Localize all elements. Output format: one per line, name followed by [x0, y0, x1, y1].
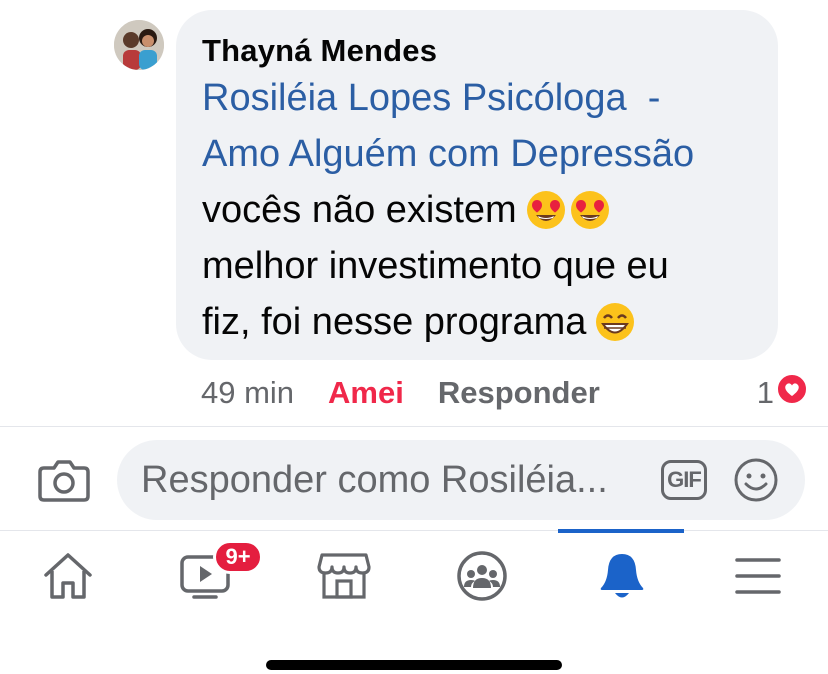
comment-text-line-2: melhor investimento que eu	[202, 238, 752, 294]
mention-line-1[interactable]: Rosiléia Lopes Psicóloga -	[202, 70, 752, 126]
home-indicator[interactable]	[266, 660, 562, 670]
heart-icon	[776, 373, 808, 413]
camera-icon[interactable]	[38, 458, 90, 502]
comment-author[interactable]: Thayná Mendes	[202, 32, 752, 70]
comment-screen: Thayná Mendes Rosiléia Lopes Psicóloga -…	[0, 0, 828, 674]
reaction-count: 1	[756, 375, 774, 410]
comment-text-line-3: fiz, foi nesse programa	[202, 294, 752, 350]
avatar-photo	[114, 20, 164, 70]
heart-eyes-emoji	[569, 189, 611, 231]
divider	[0, 530, 828, 531]
mention-line-2[interactable]: Amo Alguém com Depressão	[202, 126, 752, 182]
divider	[0, 426, 828, 427]
comment-bubble: Thayná Mendes Rosiléia Lopes Psicóloga -…	[176, 10, 778, 360]
video-badge: 9+	[213, 540, 263, 574]
gif-button[interactable]: GIF	[661, 460, 707, 500]
smiley-icon[interactable]	[733, 457, 779, 503]
menu-icon[interactable]	[728, 548, 788, 604]
reply-button[interactable]: Responder	[438, 375, 600, 411]
comment-text: fiz, foi nesse programa	[202, 301, 587, 343]
comment-text-line-1: vocês não existem	[202, 182, 752, 238]
notifications-icon[interactable]	[592, 548, 652, 604]
avatar[interactable]	[114, 20, 164, 70]
love-button[interactable]: Amei	[328, 375, 404, 411]
reply-box: GIF	[117, 440, 805, 520]
home-icon[interactable]	[38, 548, 98, 604]
reply-input[interactable]	[141, 458, 661, 502]
reaction-summary[interactable]: 1	[757, 373, 808, 413]
heart-eyes-emoji	[525, 189, 567, 231]
grinning-emoji	[594, 301, 636, 343]
comment-text: melhor investimento que eu	[202, 245, 669, 287]
comment-time: 49 min	[201, 375, 295, 410]
comment-actions: 49 min Amei Responder 1	[201, 372, 808, 414]
groups-icon[interactable]	[452, 548, 512, 604]
marketplace-icon[interactable]	[314, 548, 374, 604]
active-tab-indicator	[558, 529, 684, 533]
comment-text: vocês não existem	[202, 189, 517, 231]
